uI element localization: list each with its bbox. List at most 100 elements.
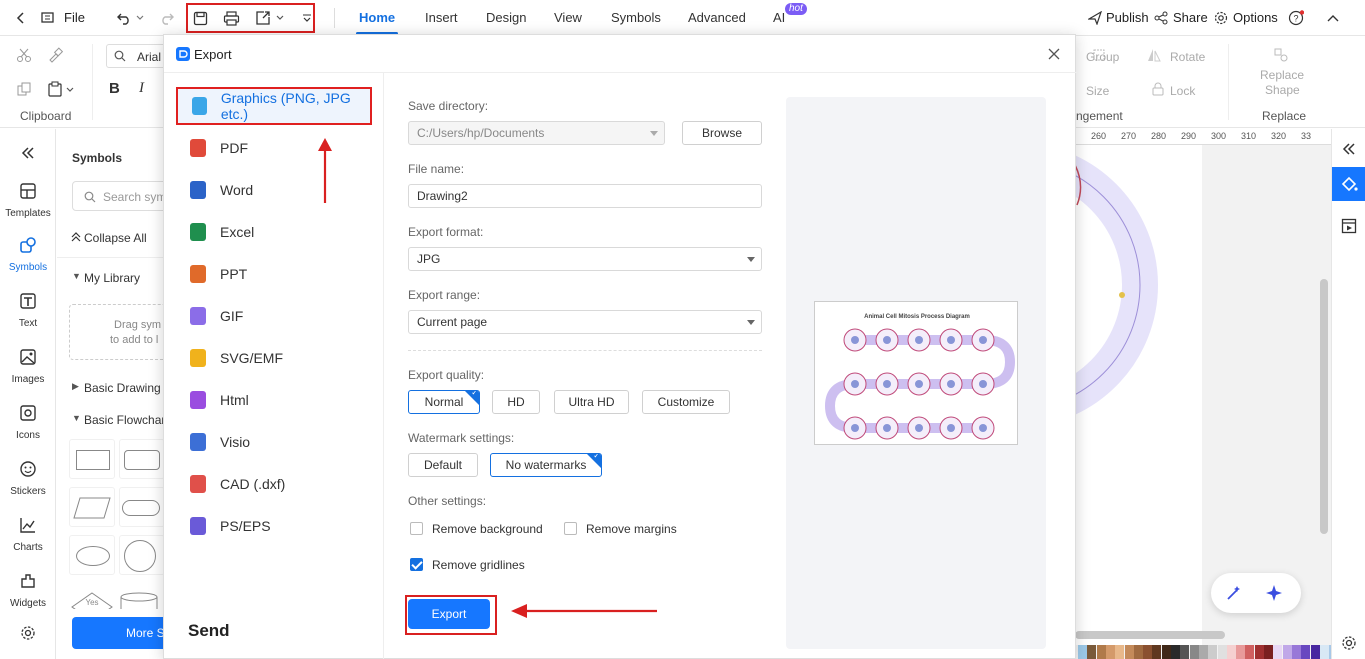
color-swatch[interactable] [1291,645,1301,659]
share-button[interactable]: Share [1173,10,1208,25]
export-range-select[interactable]: Current page [408,310,762,334]
color-swatch[interactable] [1208,645,1218,659]
color-swatch[interactable] [1217,645,1227,659]
font-family-select[interactable]: Arial [106,44,166,68]
sidebar-item-widgets[interactable]: Widgets [0,571,56,609]
color-swatch[interactable] [1245,645,1255,659]
sidebar-item-charts[interactable]: Charts [0,515,56,553]
settings-gear-icon[interactable] [18,623,38,643]
browse-button[interactable]: Browse [682,121,762,145]
quality-normal-button[interactable]: Normal [408,390,480,414]
color-swatch[interactable] [1310,645,1320,659]
color-swatch[interactable] [1152,645,1162,659]
format-item-word[interactable]: Word [176,171,372,209]
settings-gear-icon[interactable] [1340,634,1358,652]
fill-panel-button[interactable] [1332,167,1365,201]
color-swatch[interactable] [1180,645,1190,659]
remove-gridlines-checkbox[interactable] [410,558,423,571]
file-menu[interactable]: File [64,10,85,25]
quality-hd-button[interactable]: HD [492,390,540,414]
replace-shape-button-line2[interactable]: Shape [1265,83,1300,97]
options-button[interactable]: Options [1233,10,1278,25]
color-swatch[interactable] [1161,645,1171,659]
bold-button[interactable]: B [109,80,120,97]
sidebar-item-text[interactable]: Text [0,291,56,329]
format-item-gif[interactable]: GIF [176,297,372,335]
color-swatch[interactable] [1264,645,1273,659]
tab-design[interactable]: Design [486,10,526,25]
color-swatch[interactable] [1254,645,1264,659]
format-item-cad[interactable]: CAD (.dxf) [176,465,372,503]
quality-ultra-hd-button[interactable]: Ultra HD [554,390,629,414]
collapse-sidebar-icon[interactable] [18,145,38,161]
library-drop-zone[interactable]: Drag sym to add to l [69,304,169,360]
format-item-graphics[interactable]: Graphics (PNG, JPG etc.) [176,87,372,125]
copy-icon[interactable] [15,80,33,98]
export-format-select[interactable]: JPG [408,247,762,271]
collapse-ribbon-icon[interactable] [1325,10,1341,26]
format-item-svg-emf[interactable]: SVG/EMF [176,339,372,377]
remove-background-checkbox[interactable] [410,522,423,535]
color-swatch[interactable] [1198,645,1208,659]
color-swatch[interactable] [1171,645,1180,659]
shape-rounded-rectangle[interactable] [119,439,165,479]
tab-ai[interactable]: AI [773,10,785,25]
color-swatch[interactable] [1273,645,1283,659]
sidebar-item-symbols[interactable]: Symbols [0,235,56,273]
paste-icon[interactable] [46,80,64,98]
tab-home[interactable]: Home [359,10,395,25]
sidebar-item-icons[interactable]: Icons [0,403,56,441]
italic-button[interactable]: I [139,80,144,97]
color-swatch[interactable] [1115,645,1125,659]
color-swatch[interactable] [1124,645,1134,659]
format-painter-icon[interactable] [46,46,64,64]
lock-button[interactable]: Lock [1170,84,1195,98]
close-icon[interactable] [1046,46,1062,62]
symbol-search-input[interactable]: Search sym [72,181,172,211]
tab-symbols[interactable]: Symbols [611,10,661,25]
tab-advanced[interactable]: Advanced [688,10,746,25]
color-swatch[interactable] [1133,645,1143,659]
shape-rectangle[interactable] [69,439,115,479]
gear-icon[interactable] [1213,10,1229,26]
group-button[interactable]: Group [1086,50,1119,64]
shape-decision[interactable]: Yes [69,583,115,609]
vertical-scrollbar[interactable] [1320,279,1328,534]
redo-icon[interactable] [158,9,176,27]
size-button[interactable]: Size [1086,84,1109,98]
publish-button[interactable]: Publish [1106,10,1149,25]
presentation-icon[interactable] [1340,217,1358,235]
format-item-html[interactable]: Html [176,381,372,419]
cut-icon[interactable] [15,46,33,64]
save-directory-field[interactable]: C:/Users/hp/Documents [408,121,665,145]
format-item-ppt[interactable]: PPT [176,255,372,293]
quality-customize-button[interactable]: Customize [642,390,730,414]
color-swatch[interactable] [1078,645,1087,659]
color-swatch[interactable] [1096,645,1106,659]
undo-dropdown-icon[interactable] [136,12,144,24]
file-name-input[interactable]: Drawing2 [408,184,762,208]
tab-insert[interactable]: Insert [425,10,458,25]
shape-parallelogram[interactable] [69,487,115,527]
color-swatch[interactable] [1236,645,1246,659]
remove-margins-checkbox[interactable] [564,522,577,535]
watermark-none-button[interactable]: No watermarks [490,453,602,477]
color-swatch[interactable] [1189,645,1199,659]
my-library-section[interactable]: My Library [84,271,140,285]
horizontal-scrollbar[interactable] [1075,631,1225,639]
expand-panel-icon[interactable] [1341,141,1357,157]
shape-cylinder[interactable] [119,583,165,609]
publish-icon[interactable] [1087,10,1103,26]
shape-terminator[interactable] [119,487,165,527]
collapse-all-button[interactable]: Collapse All [84,231,147,245]
color-swatch[interactable] [1087,645,1097,659]
basic-flowchart-section[interactable]: Basic Flowchar [84,413,165,427]
canvas-page[interactable] [1075,145,1202,645]
format-item-visio[interactable]: Visio [176,423,372,461]
help-icon[interactable]: ? [1287,9,1305,27]
color-swatch[interactable] [1105,645,1115,659]
drawing-canvas[interactable]: 260 270 280 290 300 310 320 33 [1075,129,1331,659]
share-icon[interactable] [1153,10,1169,26]
sidebar-item-stickers[interactable]: Stickers [0,459,56,497]
color-swatch[interactable] [1301,645,1311,659]
